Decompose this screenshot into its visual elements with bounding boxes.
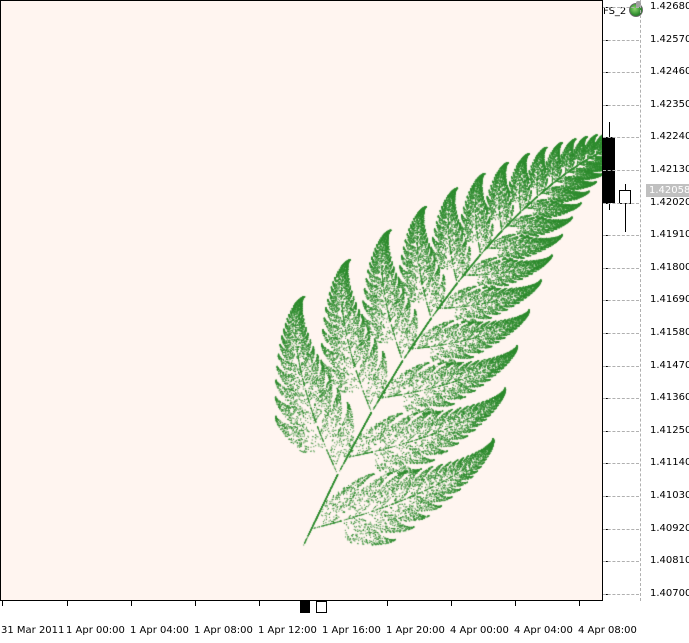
grid-line xyxy=(603,40,639,41)
price-label: 1.42020 xyxy=(650,197,689,208)
price-label: 1.41800 xyxy=(650,262,689,273)
time-tick xyxy=(131,601,132,606)
time-tick xyxy=(451,601,452,606)
price-label: 1.41470 xyxy=(650,360,689,371)
price-label: 1.42570 xyxy=(650,34,689,45)
price-label: 1.40920 xyxy=(650,523,689,534)
price-label: 1.41910 xyxy=(650,229,689,240)
time-label: 4 Apr 08:00 xyxy=(578,625,637,636)
time-axis[interactable]: 31 Mar 2011 1 Apr 00:00 1 Apr 04:00 1 Apr 0… xyxy=(0,601,689,643)
price-label: 1.41690 xyxy=(650,294,689,305)
grid-line xyxy=(603,137,639,138)
price-label: 1.42130 xyxy=(650,164,689,175)
fern-fractal-drawing xyxy=(1,1,602,601)
grid-line xyxy=(603,170,639,171)
price-label: 1.42460 xyxy=(650,66,689,77)
price-label: 1.41030 xyxy=(650,490,689,501)
grid-line xyxy=(603,268,639,269)
time-label: 1 Apr 08:00 xyxy=(194,625,253,636)
grid-line xyxy=(640,0,641,601)
price-label: 1.41250 xyxy=(650,425,689,436)
grid-line xyxy=(603,333,639,334)
grid-line xyxy=(603,463,639,464)
time-tick xyxy=(259,601,260,606)
time-label: 1 Apr 12:00 xyxy=(258,625,317,636)
time-label: 4 Apr 00:00 xyxy=(450,625,509,636)
grid-line xyxy=(603,496,639,497)
price-label: 1.42350 xyxy=(650,99,689,110)
grid-line xyxy=(603,529,639,530)
grid-line xyxy=(603,398,639,399)
time-tick xyxy=(67,601,68,606)
grid-line xyxy=(603,105,639,106)
grid-line xyxy=(603,72,639,73)
price-label: 1.41360 xyxy=(650,392,689,403)
grid-line xyxy=(603,366,639,367)
grid-line xyxy=(603,431,639,432)
current-price-tag: 1.42058 xyxy=(646,184,689,197)
time-label: 1 Apr 20:00 xyxy=(386,625,445,636)
grid-line xyxy=(603,203,639,204)
bull-candle-body xyxy=(316,601,327,613)
price-label: 1.42240 xyxy=(650,131,689,142)
bull-candle-body xyxy=(619,190,631,204)
grid-line xyxy=(603,561,639,562)
price-label: 1.40810 xyxy=(650,555,689,566)
time-label: 4 Apr 04:00 xyxy=(514,625,573,636)
time-label: 1 Apr 04:00 xyxy=(130,625,189,636)
plot-area[interactable] xyxy=(0,0,602,601)
time-tick xyxy=(2,601,3,606)
time-label: 1 Apr 00:00 xyxy=(66,625,125,636)
time-tick xyxy=(387,601,388,606)
time-tick xyxy=(515,601,516,606)
bear-candle-body xyxy=(300,601,310,613)
grid-line xyxy=(603,300,639,301)
price-label: 1.41580 xyxy=(650,327,689,338)
chart-window[interactable]: 1.42680 1.42570 1.42460 1.42350 1.42240 1.421… xyxy=(0,0,689,643)
price-label: 1.40700 xyxy=(650,588,689,599)
time-label: 1 Apr 16:00 xyxy=(322,625,381,636)
time-tick xyxy=(579,601,580,606)
time-tick xyxy=(195,601,196,606)
grid-line xyxy=(603,235,639,236)
price-label: 1.41140 xyxy=(650,457,689,468)
time-label: 31 Mar 2011 xyxy=(1,625,64,636)
grid-line xyxy=(603,594,639,595)
price-label: 1.42680 xyxy=(650,1,689,12)
grid-line xyxy=(603,7,639,8)
